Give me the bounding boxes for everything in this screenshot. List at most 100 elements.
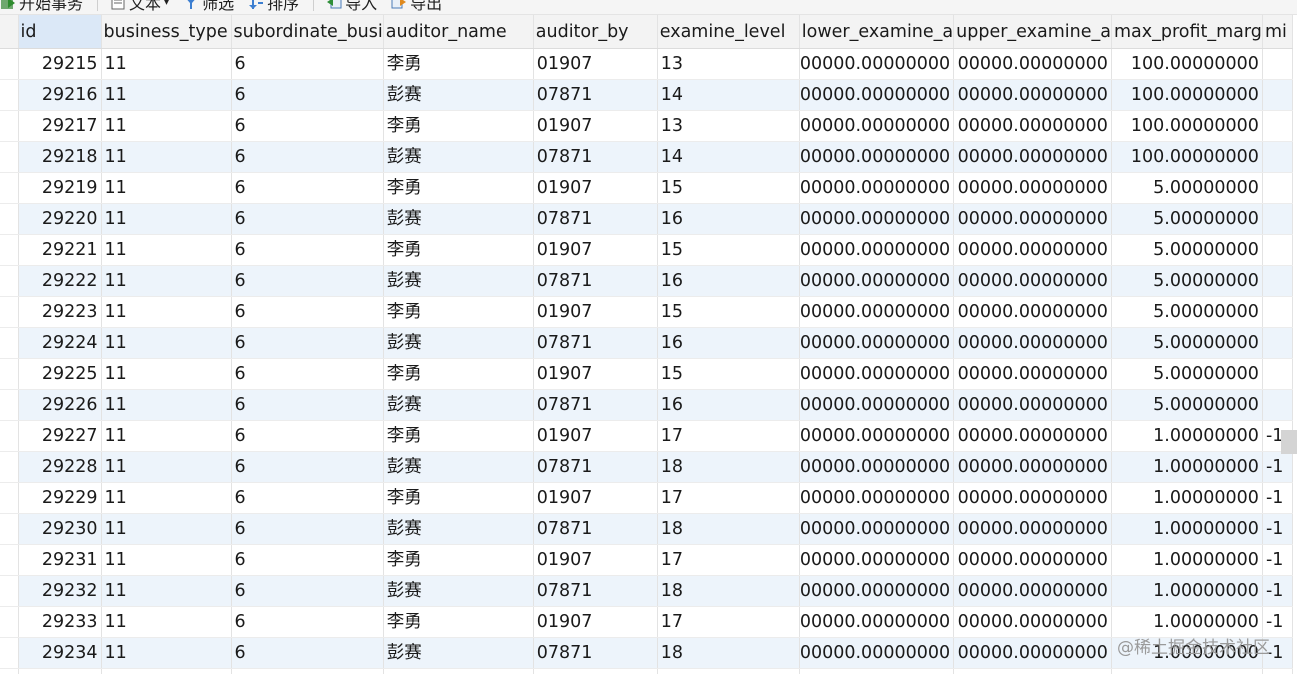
- cell-id[interactable]: 29233: [18, 606, 102, 638]
- column-header-auditor-by[interactable]: auditor_by: [533, 15, 658, 49]
- cell-auditor-name[interactable]: 彭赛: [383, 327, 534, 359]
- column-header-lower-examine[interactable]: lower_examine_a: [799, 15, 955, 49]
- cell-max-profit-marg[interactable]: 5.00000000: [1111, 389, 1263, 421]
- cell-max-profit-marg[interactable]: 5.00000000: [1111, 327, 1263, 359]
- cell-lower-examine[interactable]: 00000.00000000: [799, 420, 955, 452]
- cell-mi[interactable]: -1: [1262, 451, 1293, 483]
- table-row[interactable]: 29216 11 6 彭赛 07871 14 00000.00000000 00000.000…: [0, 79, 1293, 111]
- cell-lower-examine[interactable]: 00000.00000000: [799, 637, 955, 669]
- cell-examine-level[interactable]: 14: [657, 141, 800, 173]
- cell-id[interactable]: 29226: [18, 389, 102, 421]
- cell-examine-level[interactable]: 16: [657, 203, 800, 235]
- cell-business-type[interactable]: 11: [101, 296, 232, 328]
- cell-mi[interactable]: -1: [1262, 482, 1293, 514]
- table-row[interactable]: 292351416张胜男0392710.0000000000000.000000…: [0, 668, 1293, 674]
- cell-mi[interactable]: [1262, 48, 1293, 80]
- cell-lower-examine[interactable]: 00000.00000000: [799, 265, 955, 297]
- cell-auditor-by[interactable]: 07871: [533, 203, 658, 235]
- cell-auditor-name[interactable]: 李勇: [383, 296, 534, 328]
- cell-examine-level[interactable]: 15: [657, 296, 800, 328]
- cell-examine-level[interactable]: 16: [657, 265, 800, 297]
- cell-auditor-by[interactable]: 07871: [533, 513, 658, 545]
- cell-subordinate-busi[interactable]: 6: [231, 358, 384, 390]
- cell-max-profit-marg[interactable]: 1.00000000: [1111, 575, 1263, 607]
- cell-auditor-name[interactable]: 李勇: [383, 48, 534, 80]
- cell-examine-level[interactable]: 15: [657, 172, 800, 204]
- cell-subordinate-busi[interactable]: 6: [231, 451, 384, 483]
- row-gutter[interactable]: [0, 79, 19, 111]
- row-gutter[interactable]: [0, 668, 19, 674]
- cell-max-profit-marg[interactable]: 5.00000000: [1111, 234, 1263, 266]
- cell-subordinate-busi[interactable]: 6: [231, 141, 384, 173]
- cell-upper-examine[interactable]: 00000.00000000: [953, 451, 1112, 483]
- cell-subordinate-busi[interactable]: 6: [231, 575, 384, 607]
- cell-id[interactable]: 29227: [18, 420, 102, 452]
- cell-business-type[interactable]: 11: [101, 513, 232, 545]
- cell-upper-examine[interactable]: 00000.00000000: [953, 203, 1112, 235]
- table-row[interactable]: 29229 11 6 李勇 01907 17 00000.00000000 00000.000…: [0, 482, 1293, 514]
- cell-auditor-name[interactable]: 彭赛: [383, 451, 534, 483]
- cell-id[interactable]: 29234: [18, 637, 102, 669]
- cell-upper-examine[interactable]: 00000.00000000: [953, 234, 1112, 266]
- cell-subordinate-busi[interactable]: 6: [231, 513, 384, 545]
- cell-examine-level[interactable]: 17: [657, 420, 800, 452]
- cell-id[interactable]: 29219: [18, 172, 102, 204]
- table-row[interactable]: 29226 11 6 彭赛 07871 16 00000.00000000 00000.000…: [0, 389, 1293, 421]
- cell-mi[interactable]: [1262, 203, 1293, 235]
- cell-auditor-name[interactable]: 彭赛: [383, 141, 534, 173]
- cell-business-type[interactable]: 11: [101, 234, 232, 266]
- cell-upper-examine[interactable]: 00000.00000000: [953, 48, 1112, 80]
- cell-examine-level[interactable]: 18: [657, 575, 800, 607]
- row-gutter[interactable]: [0, 172, 19, 204]
- cell-business-type[interactable]: 11: [101, 327, 232, 359]
- cell-lower-examine[interactable]: 00000.00000000: [799, 482, 955, 514]
- cell-lower-examine[interactable]: 00000.00000000: [799, 234, 955, 266]
- row-gutter[interactable]: [0, 606, 19, 638]
- cell-lower-examine[interactable]: 00000.00000000: [799, 172, 955, 204]
- row-gutter[interactable]: [0, 203, 19, 235]
- cell-mi[interactable]: -1: [1262, 575, 1293, 607]
- row-gutter[interactable]: [0, 451, 19, 483]
- cell-business-type[interactable]: 11: [101, 141, 232, 173]
- cell-subordinate-busi[interactable]: 6: [231, 48, 384, 80]
- cell-mi[interactable]: [1262, 389, 1293, 421]
- cell-id[interactable]: 29220: [18, 203, 102, 235]
- cell-upper-examine[interactable]: 00000.00000000: [953, 544, 1112, 576]
- cell-examine-level[interactable]: 16: [657, 389, 800, 421]
- cell-business-type[interactable]: 11: [101, 482, 232, 514]
- cell-auditor-name[interactable]: 李勇: [383, 420, 534, 452]
- cell-mi[interactable]: [1262, 110, 1293, 142]
- cell-lower-examine[interactable]: 00000.00000000: [799, 606, 955, 638]
- cell-examine-level[interactable]: 15: [657, 358, 800, 390]
- cell-auditor-by[interactable]: 01907: [533, 172, 658, 204]
- cell-auditor-name[interactable]: 李勇: [383, 544, 534, 576]
- table-row[interactable]: 29227 11 6 李勇 01907 17 00000.00000000 00000.000…: [0, 420, 1293, 452]
- cell-business-type[interactable]: 11: [101, 451, 232, 483]
- cell-auditor-name[interactable]: 李勇: [383, 482, 534, 514]
- sort-button[interactable]: 排序: [248, 0, 299, 14]
- cell-subordinate-busi[interactable]: 6: [231, 234, 384, 266]
- cell-lower-examine[interactable]: 00000.00000000: [799, 296, 955, 328]
- cell-auditor-name[interactable]: 彭赛: [383, 265, 534, 297]
- cell-id[interactable]: 29232: [18, 575, 102, 607]
- text-button[interactable]: 文本 ▾: [110, 0, 169, 14]
- cell-business-type[interactable]: 11: [101, 110, 232, 142]
- cell-id[interactable]: 29230: [18, 513, 102, 545]
- cell-examine-level[interactable]: 15: [657, 234, 800, 266]
- cell-examine-level[interactable]: 16: [657, 327, 800, 359]
- cell-mi[interactable]: -1: [1262, 513, 1293, 545]
- cell-business-type[interactable]: 11: [101, 637, 232, 669]
- cell-lower-examine[interactable]: 00000.00000000: [799, 513, 955, 545]
- cell-lower-examine[interactable]: 0.00000000: [799, 668, 955, 674]
- row-gutter[interactable]: [0, 544, 19, 576]
- cell-id[interactable]: 29216: [18, 79, 102, 111]
- cell-max-profit-marg[interactable]: 100.00000000: [1111, 141, 1263, 173]
- row-gutter[interactable]: [0, 265, 19, 297]
- cell-subordinate-busi[interactable]: 16: [231, 668, 384, 674]
- cell-auditor-name[interactable]: 彭赛: [383, 79, 534, 111]
- cell-upper-examine[interactable]: 00000.00000000: [953, 358, 1112, 390]
- table-row[interactable]: 29219 11 6 李勇 01907 15 00000.00000000 00000.000…: [0, 172, 1293, 204]
- table-row[interactable]: 29231 11 6 李勇 01907 17 00000.00000000 00000.000…: [0, 544, 1293, 576]
- cell-lower-examine[interactable]: 00000.00000000: [799, 48, 955, 80]
- cell-examine-level[interactable]: 17: [657, 544, 800, 576]
